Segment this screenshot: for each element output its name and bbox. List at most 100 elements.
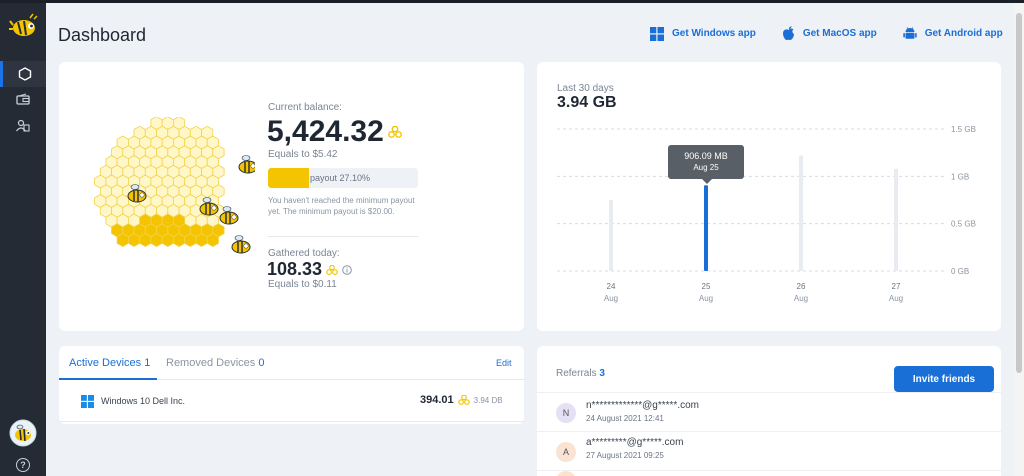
gathered-today-label: Gathered today: [268,248,340,259]
x-tick-day: 27 [892,282,901,291]
tooltip-date: Aug 25 [693,163,719,172]
device-traffic: 3.94 DB [473,395,503,405]
device-credits: 394.01 [420,394,454,406]
app-download-links: Get Windows app Get MacOS app Get Androi… [650,26,1003,41]
chart-bar[interactable] [609,200,613,271]
balance-divider [268,236,418,237]
y-tick-label: 1 GB [951,172,969,181]
referrals-count: 3 [599,368,605,379]
get-windows-app-label: Get Windows app [672,28,756,39]
gathered-today-value: 108.33 [267,259,323,279]
x-tick-month: Aug [699,294,713,303]
chart-bar[interactable] [799,155,803,271]
honeygain-logo [9,13,38,36]
windows-icon [650,26,664,41]
tab-active-devices-label: Active Devices [69,357,142,369]
page-scrollbar[interactable] [1014,3,1024,476]
help-icon[interactable]: ? [16,458,30,472]
referral-row: A a*********@g*****.com 27 August 2021 0… [537,432,1002,471]
tooltip-arrow [702,179,712,184]
y-tick-label: 0 GB [951,267,969,276]
device-name: Windows 10 Dell Inc. [101,396,186,406]
devices-tabs: Active Devices 1 Removed Devices 0 Edit [59,346,524,380]
scrollbar-thumb[interactable] [1016,13,1022,373]
get-macos-app-label: Get MacOS app [802,28,877,39]
get-macos-app-link[interactable]: Get MacOS app [782,26,877,41]
honeycomb-cell [161,233,174,247]
people-icon [16,119,30,132]
referral-row: N n*************@g*****.com 24 August 20… [537,393,1002,432]
referral-email: a*********@g*****.com [586,437,684,448]
invite-friends-button[interactable]: Invite friends [894,366,994,392]
chart-bar[interactable] [704,185,708,271]
page-title: Dashboard [58,25,147,45]
chart-bar[interactable] [894,168,898,271]
honeycomb-cell [184,233,197,247]
android-icon [903,27,917,39]
honeycomb-credits-icon [326,264,338,275]
x-tick-month: Aug [889,294,903,303]
get-windows-app-link[interactable]: Get Windows app [650,26,756,41]
bee-icon [238,155,255,174]
tab-removed-devices-label: Removed Devices [166,357,256,369]
referral-email: n*************@g*****.com [586,400,699,411]
x-tick-day: 24 [607,282,616,291]
honeycomb-credits-icon [457,395,470,405]
apple-icon [782,26,794,41]
window-top-border [0,0,1024,3]
traffic-bar-chart: 0 GB 0.5 GB 1 GB 1.5 GB 24 Aug 25 Aug 26 Aug 27 Aug [557,125,976,303]
device-row[interactable]: Windows 10 Dell Inc. 394.01 3.94 DB [59,380,524,422]
payout-progress-fill [268,168,309,188]
payout-progress-text: payout 27.10% [310,173,371,183]
x-tick-month: Aug [604,294,618,303]
referrals-heading: Referrals 3 [556,368,605,379]
info-icon[interactable] [342,264,352,275]
tooltip-value: 906.09 MB [684,151,728,161]
honeycomb-cell [206,233,219,247]
sidebar-item-payouts[interactable] [0,87,46,113]
referral-avatar: A [556,442,576,462]
wallet-icon [16,93,30,105]
x-tick-day: 26 [797,282,806,291]
tab-removed-devices-count: 0 [258,357,265,369]
gathered-today-row: 108.33 [267,259,352,280]
y-tick-label: 1.5 GB [951,125,976,134]
referral-avatar-partial [556,471,576,476]
bee-avatar-icon[interactable] [9,419,37,447]
honeycomb-cell [128,233,141,247]
honeycomb-cell [116,233,129,247]
referrals-card: Referrals 3 Invite friends N n**********… [537,346,1002,476]
tab-removed-devices[interactable]: Removed Devices 0 [166,357,264,369]
sidebar-item-dashboard[interactable] [0,61,46,87]
windows-icon [81,395,94,408]
current-balance-value: 5,424.32 [267,115,384,148]
hexagon-icon [18,67,31,81]
tab-active-devices-count: 1 [144,357,151,369]
honeycomb-cell [139,233,152,247]
get-android-app-label: Get Android app [924,28,1003,39]
current-balance-equals: Equals to $5.42 [268,149,338,160]
current-balance-row: 5,424.32 [267,115,402,149]
x-tick-month: Aug [794,294,808,303]
sidebar: ? [0,3,46,476]
traffic-card: Last 30 days 3.94 GB 0 GB 0.5 GB 1 GB 1.5 G… [537,62,1001,331]
balance-card: Current balance: 5,424.32 Equals to $5.4… [59,62,524,331]
get-android-app-link[interactable]: Get Android app [903,26,1003,41]
tab-active-devices[interactable]: Active Devices 1 [69,357,150,369]
chart-tooltip: 906.09 MB Aug 25 [668,145,744,184]
gathered-today-equals: Equals to $0.11 [268,279,337,290]
edit-devices-link[interactable]: Edit [496,358,512,368]
honeycomb-cell [195,233,208,247]
honeycomb-credits-icon [387,126,402,138]
honeycomb-cell [150,233,163,247]
device-stats: 394.01 3.94 DB [420,394,503,406]
referral-date: 24 August 2021 12:41 [586,414,664,423]
payout-note: You haven't reached the minimum payout y… [268,196,415,216]
honeycomb-illustration [94,117,255,254]
payout-progress-bar: payout 27.10% [268,168,418,188]
honeycomb-cell [173,233,186,247]
referral-avatar: N [556,403,576,423]
sidebar-item-referrals[interactable] [0,113,46,139]
bee-icon [231,235,251,254]
y-tick-label: 0.5 GB [951,220,976,229]
